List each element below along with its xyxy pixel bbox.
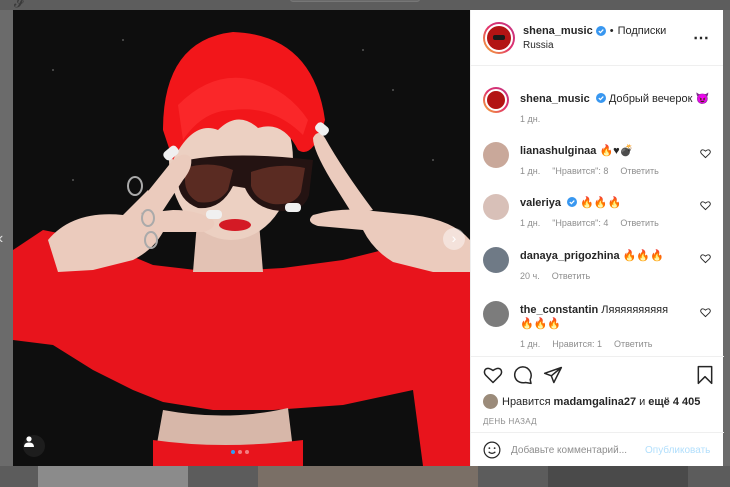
comment-time: 1 дн. (520, 339, 541, 349)
post-side-panel: shena_music • Подписки Russia ⋯ shena_mu… (470, 10, 724, 466)
post-photo-image (13, 10, 470, 466)
reply-button[interactable]: Ответить (552, 271, 590, 281)
comment-text: 🔥🔥🔥 (622, 250, 664, 262)
background-thumbnail (548, 466, 688, 487)
post-header: shena_music • Подписки Russia ⋯ (471, 10, 723, 66)
reply-button[interactable]: Ответить (614, 339, 652, 349)
comment: danaya_prigozhina 🔥🔥🔥 20 ч. Ответить (483, 247, 713, 281)
carousel-dot (238, 450, 242, 454)
carousel-dot (231, 450, 235, 454)
caption: shena_music Добрый вечерок 😈 1 дн. (483, 87, 713, 124)
next-photo-button[interactable]: › (443, 228, 465, 250)
following-button[interactable]: Подписки (618, 25, 667, 37)
publish-button[interactable]: Опубликовать (645, 445, 710, 456)
carousel-indicator (231, 450, 249, 454)
author-username[interactable]: shena_music (523, 25, 593, 37)
background-thumbnail (38, 466, 188, 487)
comment-time: 20 ч. (520, 271, 540, 281)
caption-username[interactable]: shena_music (520, 93, 590, 105)
more-options-icon[interactable]: ⋯ (693, 28, 710, 48)
comment-likes[interactable]: Нравится: 1 (552, 339, 602, 349)
post-location[interactable]: Russia (523, 40, 666, 51)
follow-separator: • (609, 24, 614, 37)
like-comment-heart-icon[interactable] (700, 307, 711, 318)
commenter-avatar[interactable] (483, 142, 509, 168)
add-comment-bar: Опубликовать (471, 432, 724, 467)
reply-button[interactable]: Ответить (620, 218, 658, 228)
comment: lianashulginaa 🔥♥💣 1 дн. "Нравится": 8 О… (483, 142, 713, 176)
caption-time: 1 дн. (520, 114, 541, 124)
comment-likes[interactable]: "Нравится": 4 (552, 218, 608, 228)
user-icon (24, 436, 34, 447)
comment-bubble-icon[interactable] (513, 365, 533, 385)
comment-username[interactable]: lianashulginaa (520, 145, 596, 157)
like-heart-icon[interactable] (483, 365, 503, 385)
emoji-smile-icon[interactable] (483, 441, 501, 459)
verified-badge-icon (595, 25, 606, 36)
carousel-dot (245, 450, 249, 454)
caption-text: Добрый вечерок 😈 (608, 93, 710, 105)
post-date: ДЕНЬ НАЗАД (483, 417, 537, 426)
comment-username[interactable]: the_constantin (520, 304, 598, 316)
comment-likes[interactable]: "Нравится": 8 (552, 166, 608, 176)
comment-time: 1 дн. (520, 166, 541, 176)
background-search-box (290, 0, 420, 2)
save-bookmark-icon[interactable] (696, 365, 714, 385)
post-modal: › shena_music • Подписки Russia ⋯ shena_… (13, 10, 724, 466)
likes-prefix: Нравится (502, 395, 551, 408)
comment-text: 🔥♥💣 (599, 145, 634, 157)
likes-count[interactable]: ещё 4 405 (648, 396, 700, 408)
verified-badge-icon (567, 197, 578, 207)
comment-input[interactable] (511, 444, 641, 456)
like-comment-heart-icon[interactable] (700, 200, 711, 211)
comment-username[interactable]: valeriya (520, 197, 561, 209)
background-thumbnail (258, 466, 478, 487)
share-direct-icon[interactable] (543, 365, 563, 385)
comment: valeriya 🔥🔥🔥 1 дн. "Нравится": 4 Ответит… (483, 194, 713, 228)
comment-username[interactable]: danaya_prigozhina (520, 250, 620, 262)
verified-badge-icon (595, 93, 606, 103)
liker-username[interactable]: madamgalina27 (554, 396, 637, 408)
post-photo[interactable]: › (13, 10, 470, 466)
tagged-users-button[interactable] (23, 435, 45, 457)
reply-button[interactable]: Ответить (620, 166, 658, 176)
liker-avatar[interactable] (483, 394, 498, 409)
likes-and: и (639, 395, 646, 408)
commenter-avatar[interactable] (483, 301, 509, 327)
comment: the_constantin Ляяяяяяяяяя🔥🔥🔥 1 дн. Нрав… (483, 301, 713, 349)
author-avatar[interactable] (483, 87, 509, 113)
background-header: 𝓘 (0, 0, 730, 10)
comment-time: 1 дн. (520, 218, 541, 228)
comments-list: shena_music Добрый вечерок 😈 1 дн. liana… (471, 67, 724, 356)
previous-post-arrow-icon[interactable]: ‹ (0, 230, 3, 248)
post-actions: Нравится madamgalina27 и ещё 4 405 ДЕНЬ … (471, 356, 724, 466)
author-avatar[interactable] (483, 21, 515, 54)
commenter-avatar[interactable] (483, 194, 509, 220)
comment-text: 🔥🔥🔥 (580, 197, 622, 209)
like-comment-heart-icon[interactable] (700, 148, 711, 159)
like-comment-heart-icon[interactable] (700, 253, 711, 264)
likes-summary: Нравится madamgalina27 и ещё 4 405 (483, 394, 703, 409)
commenter-avatar[interactable] (483, 247, 509, 273)
